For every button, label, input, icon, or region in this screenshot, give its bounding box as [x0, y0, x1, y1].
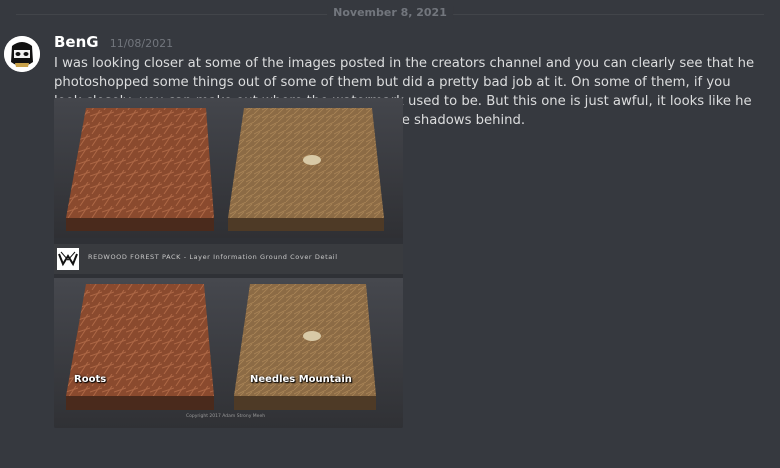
avatar[interactable]	[4, 36, 40, 72]
tile-label-left: Roots	[74, 374, 107, 385]
ground-cover-tiles-top	[66, 108, 384, 231]
info-bar-text: REDWOOD FOREST PACK - Layer Information …	[88, 253, 338, 261]
image-panel-top	[54, 98, 403, 238]
divider-date: November 8, 2021	[327, 6, 453, 19]
tile-label-right: Needles Mountain	[250, 374, 352, 385]
info-bar: REDWOOD FOREST PACK - Layer Information …	[54, 244, 403, 274]
masked-face-icon	[4, 36, 40, 72]
image-copyright: Copyright 2017 Adam Strony Meeh	[186, 414, 266, 419]
message-timestamp[interactable]: 11/08/2021	[110, 37, 173, 50]
logo-icon	[57, 248, 79, 270]
ground-cover-tiles-bottom	[66, 284, 376, 410]
username[interactable]: BenG	[54, 33, 99, 51]
image-panel-bottom: Roots Needles Mountain	[54, 278, 403, 428]
image-attachment[interactable]: REDWOOD FOREST PACK - Layer Information …	[54, 98, 403, 428]
message-header: BenG 11/08/2021	[54, 32, 760, 52]
